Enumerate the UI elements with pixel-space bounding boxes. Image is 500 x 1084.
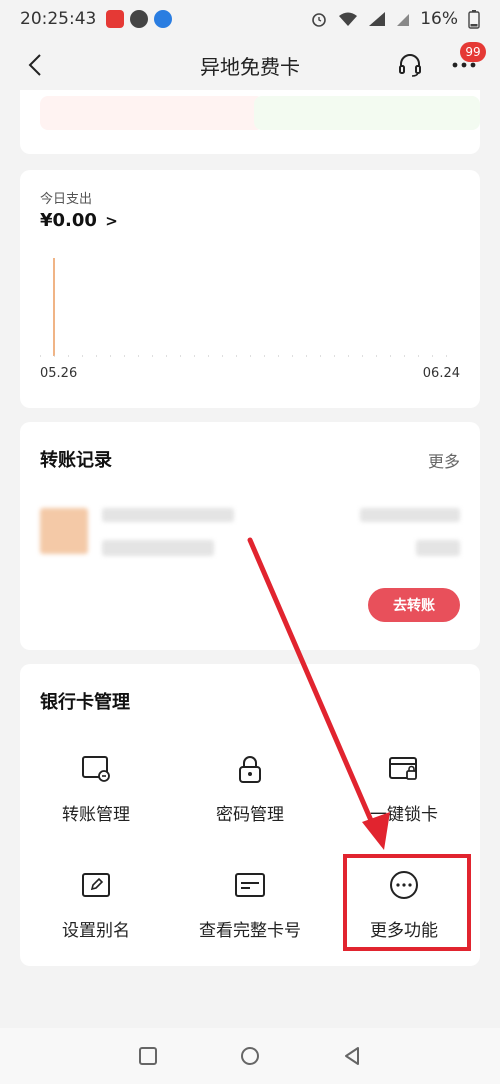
lock-icon — [233, 752, 267, 786]
grid-view-card-number[interactable]: 查看完整卡号 — [174, 862, 326, 962]
spend-amount-link[interactable]: ¥0.00 > — [40, 210, 118, 231]
back-nav-button[interactable] — [338, 1042, 366, 1070]
card-number-icon — [233, 868, 267, 902]
account-summary-card — [20, 90, 480, 154]
spend-label: 今日支出 — [40, 192, 93, 207]
record-detail-redacted — [102, 540, 214, 556]
battery-percent: 16% — [420, 9, 458, 29]
wifi-icon — [339, 12, 358, 26]
ellipsis-icon — [452, 62, 476, 68]
signal-icon-2 — [397, 14, 410, 26]
transfer-records-card: 转账记录 更多 去转账 — [20, 422, 480, 650]
record-date-redacted — [416, 540, 460, 556]
status-bar: 20:25:43 16% — [0, 0, 500, 38]
transfer-more-link[interactable]: 更多 — [428, 448, 460, 472]
record-amount-redacted — [360, 508, 460, 522]
spend-amount: ¥0.00 — [40, 210, 97, 231]
square-icon — [139, 1047, 157, 1065]
app-notification-icon — [106, 10, 125, 28]
page-title: 异地免费卡 — [200, 54, 300, 79]
circle-icon — [241, 1047, 259, 1065]
grid-password-manage[interactable]: 密码管理 — [174, 746, 326, 846]
summary-tile-green[interactable] — [254, 96, 480, 130]
grid-label: 更多功能 — [370, 921, 438, 941]
grid-more-functions[interactable]: 更多功能 — [328, 862, 480, 962]
bank-card-management-card: 银行卡管理 转账管理 密码管理 一键锁卡 设置别名 查看完整卡号 更多功能 — [20, 664, 480, 966]
triangle-back-icon — [345, 1047, 359, 1065]
today-spending-card: 今日支出 ¥0.00 > 05.26 06.24 — [20, 170, 480, 408]
transfer-manage-icon — [79, 752, 113, 786]
notification-badge: 99 — [460, 42, 486, 62]
go-transfer-button[interactable]: 去转账 — [368, 588, 460, 622]
grid-set-alias[interactable]: 设置别名 — [20, 862, 172, 962]
more-circle-icon — [387, 868, 421, 902]
app-header: 异地免费卡 — [0, 38, 500, 92]
edit-icon — [79, 868, 113, 902]
battery-icon — [468, 10, 480, 29]
grid-one-click-lock[interactable]: 一键锁卡 — [328, 746, 480, 846]
recent-apps-button[interactable] — [134, 1042, 162, 1070]
headset-icon — [399, 54, 421, 77]
chart-date-end: 06.24 — [422, 366, 460, 381]
alipay-icon — [154, 10, 173, 28]
grid-label: 一键锁卡 — [370, 805, 438, 825]
chevron-left-icon — [28, 54, 41, 76]
system-nav-bar — [0, 1028, 500, 1084]
card-lock-icon — [387, 752, 421, 786]
summary-tile-pink[interactable] — [40, 96, 264, 130]
chevron-right-icon: > — [105, 212, 118, 230]
transfer-records-title: 转账记录 — [40, 450, 112, 471]
chart-date-start: 05.26 — [40, 366, 78, 381]
bank-management-title: 银行卡管理 — [40, 692, 130, 713]
alarm-icon — [312, 13, 327, 27]
customer-service-button[interactable] — [392, 48, 428, 82]
spending-chart — [40, 258, 460, 357]
grid-transfer-manage[interactable]: 转账管理 — [20, 746, 172, 846]
grid-label: 设置别名 — [62, 921, 130, 941]
signal-icon — [369, 12, 386, 26]
home-button[interactable] — [236, 1042, 264, 1070]
recipient-name-redacted — [102, 508, 234, 522]
grid-label: 查看完整卡号 — [199, 921, 301, 941]
back-button[interactable] — [18, 48, 52, 82]
grid-label: 转账管理 — [62, 805, 130, 825]
grid-label: 密码管理 — [216, 805, 284, 825]
clock-app-icon — [130, 10, 149, 28]
recipient-avatar — [40, 508, 88, 554]
status-time: 20:25:43 — [20, 9, 97, 29]
